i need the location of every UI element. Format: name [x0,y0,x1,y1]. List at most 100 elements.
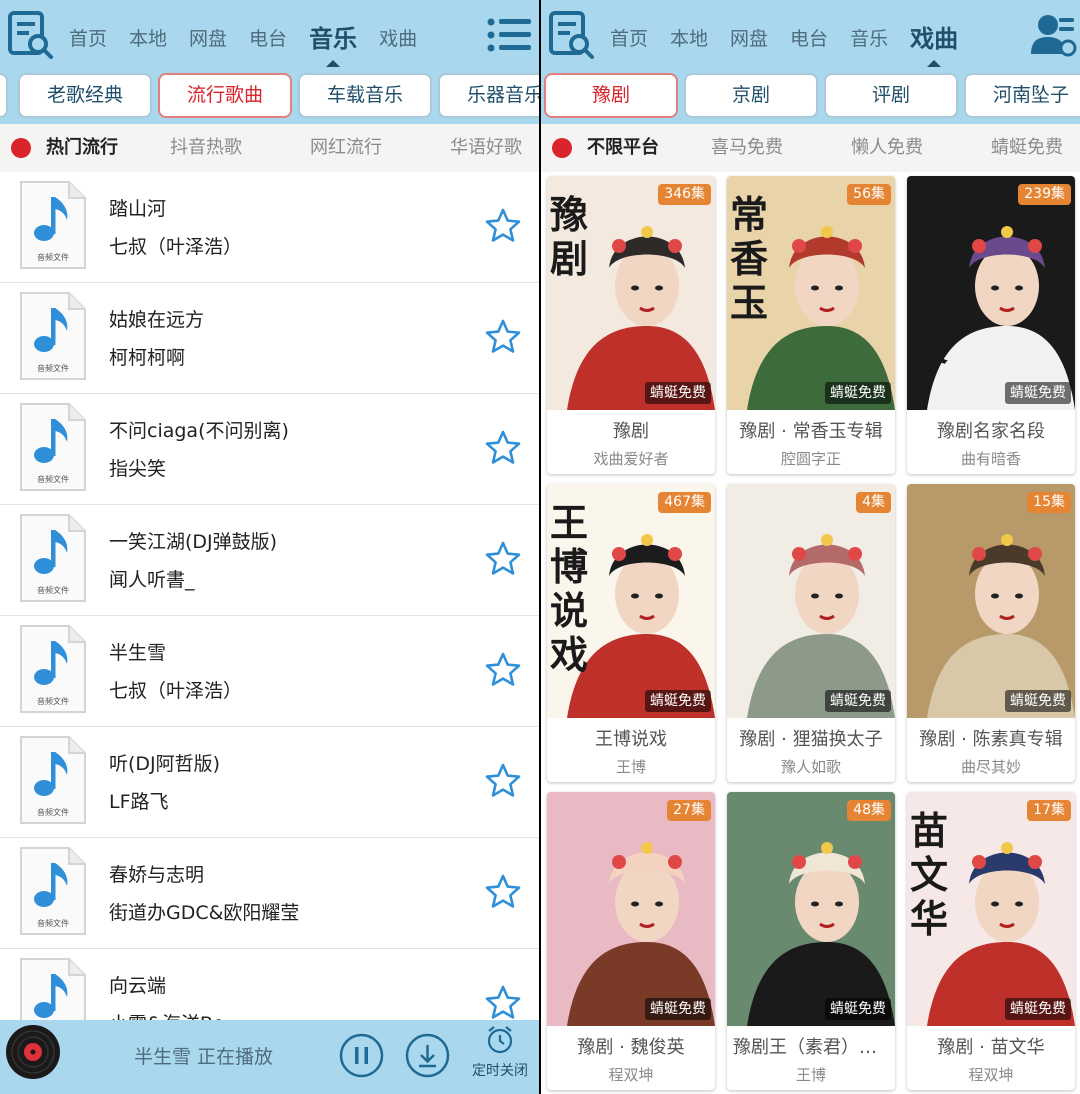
search-list-icon[interactable] [548,10,596,60]
now-playing-text[interactable]: 半生雪 正在播放 [134,1042,273,1069]
filter-internet[interactable]: 网红流行 [310,124,382,172]
category-jingju[interactable]: 京剧 [684,73,818,118]
filter-chinese[interactable]: 华语好歌 [450,124,522,172]
category-pop[interactable]: 流行歌曲 [158,73,292,118]
filter-lanren[interactable]: 懒人免费 [851,124,923,172]
pause-icon[interactable] [339,1033,384,1078]
tab-opera[interactable]: 戏曲 [899,0,969,72]
opera-album-card[interactable]: 48集 蜻蜓免费 豫剧王（素君）专辑 王博 [727,792,895,1090]
song-row[interactable]: 音频文件 一笑江湖(DJ弹鼓版) 闻人听書_ [0,505,539,616]
album-cover[interactable]: 常香玉 56集 蜻蜓免费 [727,176,895,410]
tab-cloud[interactable]: 网盘 [178,0,238,72]
album-cover-art [907,484,1075,718]
album-cover[interactable]: 27集 蜻蜓免费 [547,792,715,1026]
album-cover[interactable]: 4集 蜻蜓免费 [727,484,895,718]
vinyl-disc-icon[interactable] [5,1024,61,1080]
nav-tabs: 首页 本地 网盘 电台 音乐 戏曲 [599,0,969,72]
song-title: 一笑江湖(DJ弹鼓版) [109,531,278,553]
category-car-music[interactable]: 车载音乐 [298,73,432,118]
album-cover-art: 名家名段 [907,176,1075,410]
song-row[interactable]: 音频文件向云端小霞&海洋Bo [0,949,539,1020]
album-cover[interactable]: 15集 蜻蜓免费 [907,484,1075,718]
tab-music[interactable]: 音乐 [298,0,368,72]
file-icon-label: 音频文件 [37,363,69,373]
audio-file-icon: 音频文件 [19,846,87,936]
album-title: 豫剧 · 魏俊英 [577,1037,685,1058]
audio-file-icon: 音频文件 [19,624,87,714]
timer-close-button[interactable]: 定时关闭 [470,1026,530,1086]
cover-calligraphy: 玉 [730,280,768,325]
album-author: 王博 [615,758,646,776]
filter-ximalaya[interactable]: 喜马免费 [711,124,783,172]
tab-opera[interactable]: 戏曲 [368,0,428,72]
song-title: 向云端 [109,975,167,997]
cover-calligraphy: 香 [730,236,768,281]
filter-qingting[interactable]: 蜻蜓免费 [991,124,1063,172]
opera-album-card[interactable]: 苗文华 17集 蜻蜓免费 豫剧 · 苗文华 程双坤 [907,792,1075,1090]
song-row[interactable]: 音频文件 踏山河 七叔（叶泽浩） [0,172,539,283]
free-badge: 蜻蜓免费 [645,998,711,1020]
tab-music[interactable]: 音乐 [839,0,899,72]
download-icon[interactable] [405,1033,450,1078]
opera-album-card[interactable]: 常香玉 56集 蜻蜓免费 豫剧 · 常香玉专辑 腔圆字正 [727,176,895,474]
search-list-icon[interactable] [7,10,55,60]
category-yuju[interactable]: 豫剧 [544,73,678,118]
cover-calligraphy: 豫 [550,192,588,237]
opera-album-card[interactable]: 名家名段 239集 蜻蜓免费豫剧名家名段 曲有暗香 [907,176,1075,474]
album-cover[interactable]: 豫剧 346集 蜻蜓免费 [547,176,715,410]
song-title: 姑娘在远方 [109,309,205,331]
favorite-star-icon[interactable] [485,874,521,910]
cover-calligraphy: 常 [730,192,768,237]
album-title: 豫剧名家名段 [937,421,1045,442]
tab-local[interactable]: 本地 [118,0,178,72]
tab-radio[interactable]: 电台 [238,0,298,72]
song-row[interactable]: 音频文件 半生雪 七叔（叶泽浩） [0,616,539,727]
opera-album-card[interactable]: 4集 蜻蜓免费 豫剧 · 狸猫换太子 豫人如歌 [727,484,895,782]
opera-album-card[interactable]: 15集 蜻蜓免费 豫剧 · 陈素真专辑 曲尽其妙 [907,484,1075,782]
album-cover[interactable]: 王博说戏 467集 蜻蜓免费 [547,484,715,718]
song-row[interactable]: 音频文件 听(DJ阿哲版) LF路飞 [0,727,539,838]
favorite-star-icon[interactable] [485,208,521,244]
song-row[interactable]: 音频文件 姑娘在远方 柯柯柯啊 [0,283,539,394]
album-cover[interactable]: 48集 蜻蜓免费 [727,792,895,1026]
episode-count-badge: 15集 [1027,492,1071,513]
favorite-star-icon[interactable] [485,319,521,355]
audio-file-icon: 音频文件 [19,180,87,270]
filter-hot-pop[interactable]: 热门流行 [46,124,118,172]
category-pingju[interactable]: 评剧 [824,73,958,118]
cover-calligraphy: 名 [910,280,948,325]
favorite-star-icon[interactable] [485,541,521,577]
episode-count-badge: 48集 [847,800,891,821]
album-author: 豫人如歌 [780,758,841,776]
tab-home[interactable]: 首页 [58,0,118,72]
favorite-star-icon[interactable] [485,763,521,799]
song-artist: 七叔（叶泽浩） [109,236,243,258]
song-row[interactable]: 音频文件 不问ciaga(不问别离) 指尖笑 [0,394,539,505]
category-henan-zhuizi[interactable]: 河南坠子 [964,73,1080,118]
user-settings-icon[interactable] [1029,10,1077,60]
tab-home[interactable]: 首页 [599,0,659,72]
favorite-star-icon[interactable] [485,652,521,688]
song-artist: 闻人听書_ [109,569,195,591]
opera-album-card[interactable]: 王博说戏 467集 蜻蜓免费 王博说戏 王博 [547,484,715,782]
opera-album-card[interactable]: 27集 蜻蜓免费 豫剧 · 魏俊英 程双坤 [547,792,715,1090]
category-pill-prev[interactable] [0,73,8,118]
tab-local[interactable]: 本地 [659,0,719,72]
category-oldies[interactable]: 老歌经典 [18,73,152,118]
song-row[interactable]: 音频文件 春娇与志明 街道办GDC&欧阳耀莹 [0,838,539,949]
filter-all-platforms[interactable]: 不限平台 [587,124,659,172]
favorite-star-icon[interactable] [485,430,521,466]
audio-file-icon: 音频文件 [19,291,87,381]
album-author: 曲有暗香 [960,450,1021,468]
filter-douyin[interactable]: 抖音热歌 [170,124,242,172]
favorite-star-icon[interactable] [485,985,521,1020]
tab-cloud[interactable]: 网盘 [719,0,779,72]
list-menu-icon[interactable] [486,10,534,60]
song-title: 半生雪 [109,642,167,664]
tab-radio[interactable]: 电台 [779,0,839,72]
category-instrumental[interactable]: 乐器音乐 [438,73,539,118]
album-cover[interactable]: 名家名段 239集 蜻蜓免费 [907,176,1075,410]
file-icon-label: 音频文件 [37,252,69,262]
album-cover[interactable]: 苗文华 17集 蜻蜓免费 [907,792,1075,1026]
opera-album-card[interactable]: 豫剧 346集 蜻蜓免费 豫剧 戏曲爱好者 [547,176,715,474]
